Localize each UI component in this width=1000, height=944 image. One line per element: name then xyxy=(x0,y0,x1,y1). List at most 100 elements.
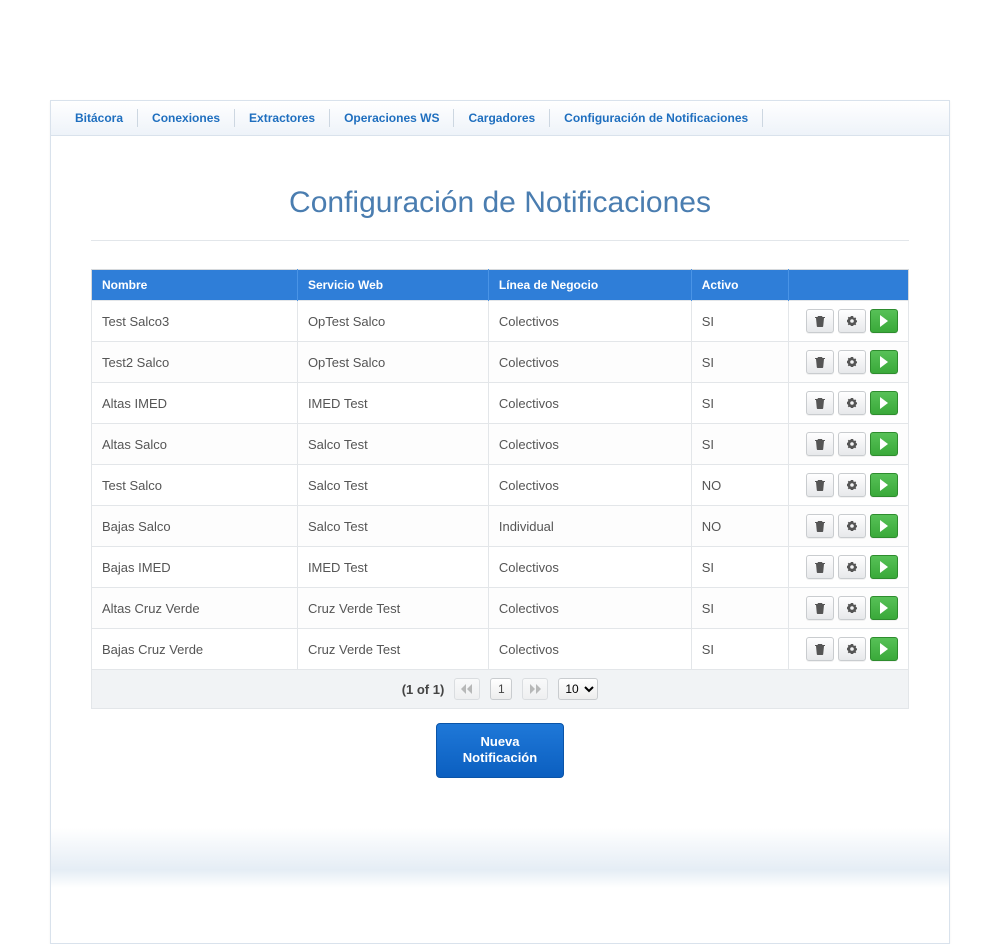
settings-button[interactable] xyxy=(838,514,866,538)
table-row: Test2 SalcoOpTest SalcoColectivosSI xyxy=(92,342,909,383)
delete-button[interactable] xyxy=(806,350,834,374)
tab-bar: Bitácora Conexiones Extractores Operacio… xyxy=(51,100,949,136)
tab-extractores[interactable]: Extractores xyxy=(235,101,329,135)
paginator-page-1[interactable]: 1 xyxy=(490,678,512,700)
delete-button[interactable] xyxy=(806,432,834,456)
cell-activo: SI xyxy=(691,301,788,342)
cell-linea-negocio: Colectivos xyxy=(488,383,691,424)
notifications-table: Nombre Servicio Web Línea de Negocio Act… xyxy=(91,269,909,670)
run-button[interactable] xyxy=(870,309,898,333)
table-row: Bajas Cruz VerdeCruz Verde TestColectivo… xyxy=(92,629,909,670)
gear-icon xyxy=(846,356,858,368)
cell-servicio-web: Cruz Verde Test xyxy=(297,629,488,670)
new-notification-button[interactable]: NuevaNotificación xyxy=(436,723,564,778)
tab-cargadores[interactable]: Cargadores xyxy=(454,101,549,135)
table-row: Altas SalcoSalco TestColectivosSI xyxy=(92,424,909,465)
play-icon xyxy=(879,356,889,368)
run-button[interactable] xyxy=(870,473,898,497)
cell-nombre: Test Salco xyxy=(92,465,298,506)
run-button[interactable] xyxy=(870,514,898,538)
tab-bitacora[interactable]: Bitácora xyxy=(61,101,137,135)
table-row: Test SalcoSalco TestColectivosNO xyxy=(92,465,909,506)
table-row: Altas IMEDIMED TestColectivosSI xyxy=(92,383,909,424)
delete-button[interactable] xyxy=(806,473,834,497)
gear-icon xyxy=(846,520,858,532)
cell-actions xyxy=(789,301,909,342)
settings-button[interactable] xyxy=(838,473,866,497)
paginator-last-button[interactable] xyxy=(522,678,548,700)
delete-button[interactable] xyxy=(806,391,834,415)
cell-activo: SI xyxy=(691,629,788,670)
run-button[interactable] xyxy=(870,637,898,661)
settings-button[interactable] xyxy=(838,350,866,374)
cell-servicio-web: Salco Test xyxy=(297,424,488,465)
cell-activo: SI xyxy=(691,383,788,424)
delete-button[interactable] xyxy=(806,555,834,579)
content-area: Configuración de Notificaciones Nombre S… xyxy=(51,136,949,788)
paginator-summary: (1 of 1) xyxy=(402,682,445,697)
settings-button[interactable] xyxy=(838,637,866,661)
first-page-icon xyxy=(461,684,473,694)
tab-config-notificaciones[interactable]: Configuración de Notificaciones xyxy=(550,101,762,135)
delete-button[interactable] xyxy=(806,596,834,620)
trash-icon xyxy=(814,602,826,614)
settings-button[interactable] xyxy=(838,555,866,579)
settings-button[interactable] xyxy=(838,432,866,456)
cell-actions xyxy=(789,465,909,506)
trash-icon xyxy=(814,479,826,491)
cell-activo: SI xyxy=(691,424,788,465)
cell-nombre: Bajas IMED xyxy=(92,547,298,588)
cell-actions xyxy=(789,342,909,383)
paginator-first-button[interactable] xyxy=(454,678,480,700)
table-row: Bajas SalcoSalco TestIndividualNO xyxy=(92,506,909,547)
trash-icon xyxy=(814,356,826,368)
cell-linea-negocio: Colectivos xyxy=(488,547,691,588)
play-icon xyxy=(879,479,889,491)
run-button[interactable] xyxy=(870,596,898,620)
title-separator xyxy=(91,240,909,241)
cell-nombre: Altas Salco xyxy=(92,424,298,465)
cell-nombre: Altas Cruz Verde xyxy=(92,588,298,629)
gear-icon xyxy=(846,315,858,327)
play-icon xyxy=(879,602,889,614)
paginator: (1 of 1) 1 10 xyxy=(91,670,909,709)
tab-conexiones[interactable]: Conexiones xyxy=(138,101,234,135)
tab-operaciones-ws[interactable]: Operaciones WS xyxy=(330,101,453,135)
cell-actions xyxy=(789,424,909,465)
settings-button[interactable] xyxy=(838,391,866,415)
run-button[interactable] xyxy=(870,555,898,579)
table-row: Bajas IMEDIMED TestColectivosSI xyxy=(92,547,909,588)
settings-button[interactable] xyxy=(838,309,866,333)
rows-per-page-select[interactable]: 10 xyxy=(558,678,598,700)
cell-actions xyxy=(789,629,909,670)
trash-icon xyxy=(814,643,826,655)
cell-activo: SI xyxy=(691,588,788,629)
delete-button[interactable] xyxy=(806,637,834,661)
play-icon xyxy=(879,397,889,409)
cell-nombre: Test2 Salco xyxy=(92,342,298,383)
cell-servicio-web: Cruz Verde Test xyxy=(297,588,488,629)
run-button[interactable] xyxy=(870,391,898,415)
cell-servicio-web: OpTest Salco xyxy=(297,342,488,383)
run-button[interactable] xyxy=(870,432,898,456)
cell-servicio-web: Salco Test xyxy=(297,506,488,547)
cell-servicio-web: Salco Test xyxy=(297,465,488,506)
gear-icon xyxy=(846,438,858,450)
play-icon xyxy=(879,520,889,532)
cell-activo: SI xyxy=(691,342,788,383)
delete-button[interactable] xyxy=(806,514,834,538)
cell-linea-negocio: Colectivos xyxy=(488,424,691,465)
trash-icon xyxy=(814,315,826,327)
col-activo: Activo xyxy=(691,270,788,301)
cell-activo: NO xyxy=(691,506,788,547)
gear-icon xyxy=(846,561,858,573)
settings-button[interactable] xyxy=(838,596,866,620)
run-button[interactable] xyxy=(870,350,898,374)
col-linea-negocio: Línea de Negocio xyxy=(488,270,691,301)
page-title: Configuración de Notificaciones xyxy=(91,186,909,220)
table-row: Altas Cruz VerdeCruz Verde TestColectivo… xyxy=(92,588,909,629)
cell-actions xyxy=(789,383,909,424)
delete-button[interactable] xyxy=(806,309,834,333)
cell-nombre: Altas IMED xyxy=(92,383,298,424)
trash-icon xyxy=(814,561,826,573)
